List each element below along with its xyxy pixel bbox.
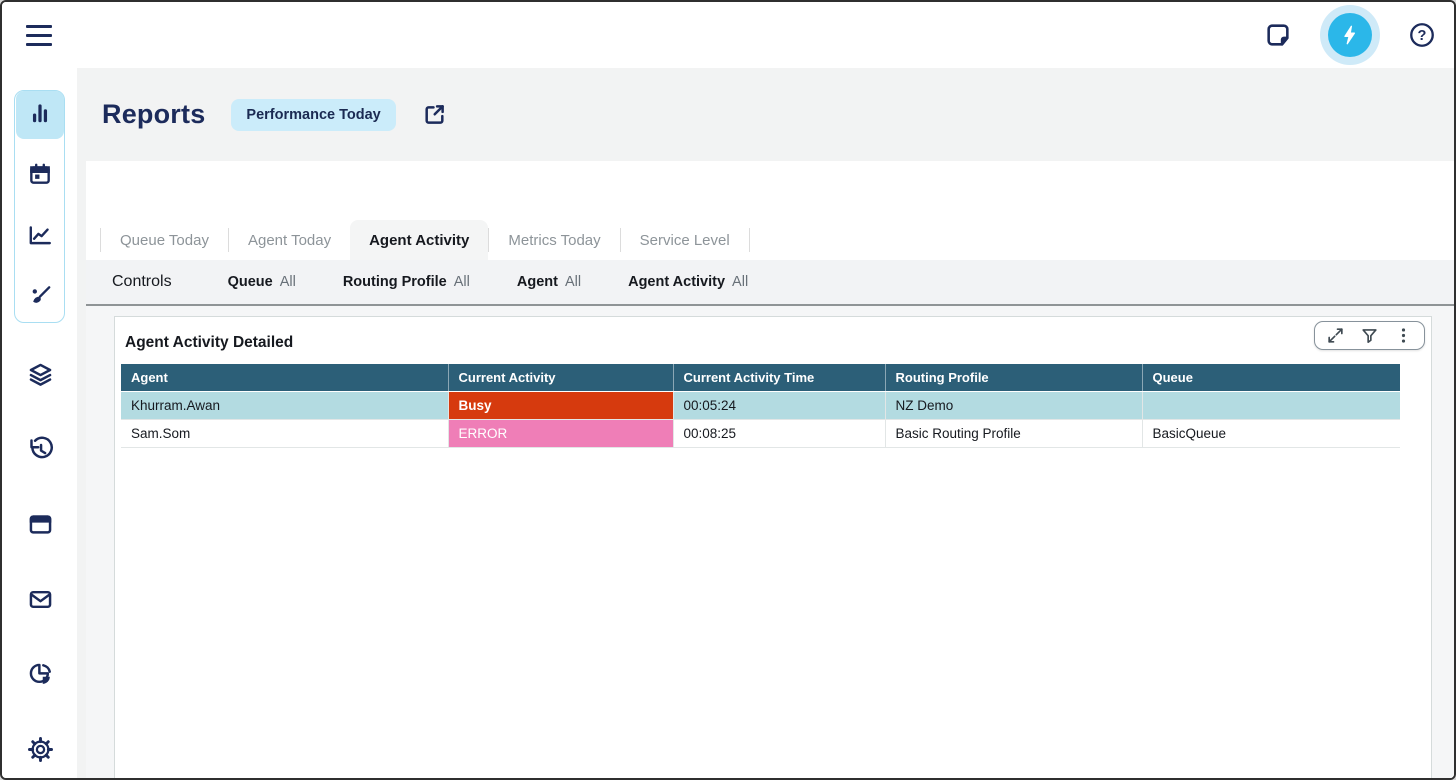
sidebar-item-window[interactable] (16, 503, 64, 551)
filter-value: All (565, 274, 581, 290)
controls-bar: Controls Queue All Routing Profile All A… (86, 260, 1454, 306)
cell-current-activity[interactable]: Busy (448, 392, 673, 420)
tab-bar: Queue TodayAgent TodayAgent ActivityMetr… (86, 161, 1454, 260)
help-icon[interactable]: ? (1408, 21, 1436, 49)
svg-text:?: ? (1418, 28, 1427, 44)
filter-routing-profile[interactable]: Routing Profile All (343, 274, 470, 290)
cell-current-activity[interactable]: ERROR (448, 420, 673, 448)
sidebar-secondary (15, 353, 65, 776)
history-icon (27, 436, 54, 468)
line-chart-icon (27, 222, 53, 253)
dashboard-name-badge: Performance Today (231, 99, 395, 131)
column-header[interactable]: Agent (121, 364, 448, 392)
sidebar-item-mail[interactable] (16, 578, 64, 626)
tab-agent-today[interactable]: Agent Today (229, 220, 350, 260)
brush-icon (27, 283, 53, 314)
cell-routing-profile[interactable]: Basic Routing Profile (885, 420, 1142, 448)
cell-queue[interactable]: BasicQueue (1142, 420, 1400, 448)
table-header-row: AgentCurrent ActivityCurrent Activity Ti… (121, 364, 1400, 392)
sidebar-item-history[interactable] (16, 428, 64, 476)
tab-queue-today[interactable]: Queue Today (101, 220, 228, 260)
sidebar-item-reports[interactable] (16, 91, 64, 139)
top-bar: ? (2, 2, 1454, 68)
agent-activity-panel: Agent Activity Detailed AgentCurrent Act… (114, 316, 1432, 780)
filter-agent-activity[interactable]: Agent Activity All (628, 274, 748, 290)
agent-activity-table: AgentCurrent ActivityCurrent Activity Ti… (121, 364, 1400, 448)
column-header[interactable]: Routing Profile (885, 364, 1142, 392)
filter-name: Routing Profile (343, 274, 447, 290)
table-body: Khurram.Awan Busy 00:05:24 NZ Demo Sam.S… (121, 392, 1400, 448)
cell-routing-profile[interactable]: NZ Demo (885, 392, 1142, 420)
filter-agent[interactable]: Agent All (517, 274, 581, 290)
column-header[interactable]: Queue (1142, 364, 1400, 392)
sidebar (2, 68, 77, 778)
assistant-halo (1320, 5, 1380, 65)
cell-agent[interactable]: Sam.Som (121, 420, 448, 448)
cell-queue[interactable] (1142, 392, 1400, 420)
sidebar-item-schedule[interactable] (16, 152, 64, 200)
sidebar-item-settings[interactable] (16, 728, 64, 776)
tab-separator (749, 228, 750, 252)
controls-label: Controls (112, 273, 172, 291)
filter-queue[interactable]: Queue All (228, 274, 296, 290)
kebab-menu-icon[interactable] (1394, 326, 1413, 345)
filter-name: Queue (228, 274, 273, 290)
tab-service-level[interactable]: Service Level (621, 220, 749, 260)
pie-chart-icon (27, 661, 54, 693)
sidebar-item-pie-reports[interactable] (16, 653, 64, 701)
lightning-icon[interactable] (1328, 13, 1372, 57)
mail-icon (27, 586, 54, 618)
sidebar-item-analytics[interactable] (16, 213, 64, 261)
filter-name: Agent Activity (628, 274, 725, 290)
table-row[interactable]: Khurram.Awan Busy 00:05:24 NZ Demo (121, 392, 1400, 420)
expand-icon[interactable] (1326, 326, 1345, 345)
sidebar-item-design[interactable] (16, 274, 64, 322)
sidebar-item-layers[interactable] (16, 353, 64, 401)
sheet-area: Agent Activity Detailed AgentCurrent Act… (86, 306, 1454, 778)
report-canvas: Queue TodayAgent TodayAgent ActivityMetr… (86, 161, 1454, 778)
tab-metrics-today[interactable]: Metrics Today (489, 220, 619, 260)
cell-current-activity-time[interactable]: 00:08:25 (673, 420, 885, 448)
visual-title: Agent Activity Detailed (115, 317, 1431, 364)
external-link-icon[interactable] (422, 102, 447, 127)
cell-agent[interactable]: Khurram.Awan (121, 392, 448, 420)
filter-value: All (732, 274, 748, 290)
settings-icon (27, 736, 54, 768)
visual-toolbar (1314, 321, 1425, 350)
filter-value: All (454, 274, 470, 290)
calendar-icon (27, 161, 53, 192)
tab-agent-activity[interactable]: Agent Activity (350, 220, 488, 260)
column-header[interactable]: Current Activity Time (673, 364, 885, 392)
window-icon (27, 511, 54, 543)
hamburger-menu-icon[interactable] (26, 20, 56, 50)
main-content: Reports Performance Today Queue TodayAge… (77, 68, 1454, 778)
app-window: ? (0, 0, 1456, 780)
filter-name: Agent (517, 274, 558, 290)
sidebar-reports-group (14, 90, 65, 323)
table-row[interactable]: Sam.Som ERROR 00:08:25 Basic Routing Pro… (121, 420, 1400, 448)
layers-icon (27, 361, 54, 393)
page-title: Reports (102, 99, 205, 130)
page-header: Reports Performance Today (77, 68, 1454, 161)
bar-chart-icon (27, 100, 53, 131)
filter-value: All (280, 274, 296, 290)
note-icon[interactable] (1264, 21, 1292, 49)
cell-current-activity-time[interactable]: 00:05:24 (673, 392, 885, 420)
column-header[interactable]: Current Activity (448, 364, 673, 392)
filter-icon[interactable] (1360, 326, 1379, 345)
